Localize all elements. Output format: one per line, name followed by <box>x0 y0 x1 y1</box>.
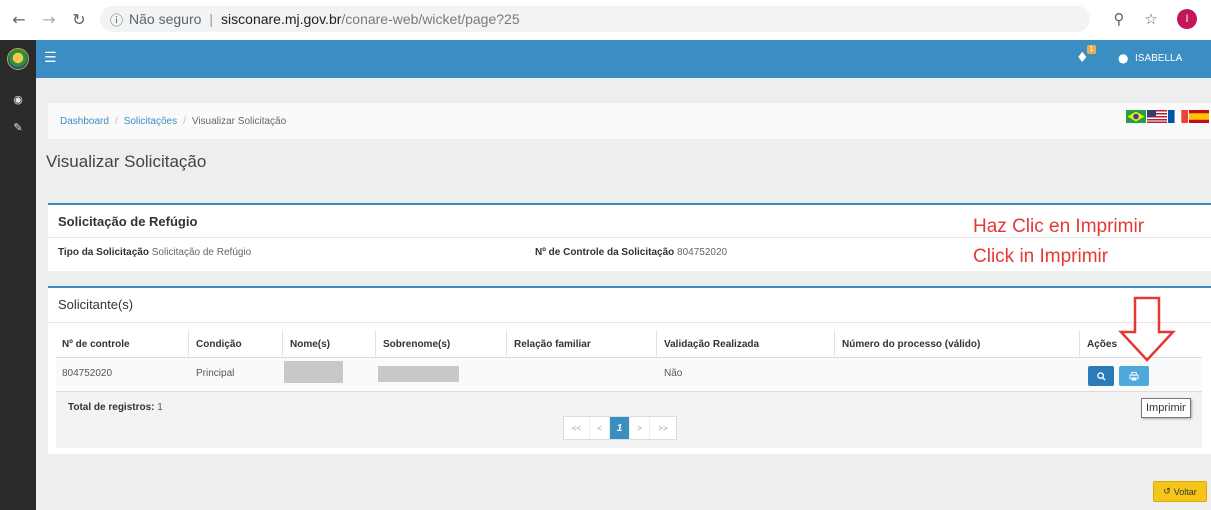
panel-divider <box>48 322 1211 323</box>
dashboard-gauge-icon[interactable]: ◉ <box>11 92 25 106</box>
request-type-value: Solicitação de Refúgio <box>151 247 252 258</box>
column-header-surnames: Sobrenome(s) <box>383 339 451 350</box>
column-header-names: Nome(s) <box>290 339 331 350</box>
column-header-control: Nº de controle <box>62 339 130 350</box>
annotation-line-1: Haz Clic en Imprimir <box>973 216 1145 237</box>
usa-flag-icon[interactable] <box>1147 110 1167 123</box>
security-label: Não seguro <box>129 11 202 27</box>
total-records-value: 1 <box>157 402 163 413</box>
breadcrumb-current: Visualizar Solicitação <box>191 115 287 127</box>
back-button[interactable]: ↺ Voltar <box>1153 481 1207 502</box>
pagination-last[interactable]: >> <box>650 417 676 439</box>
user-icon[interactable]: ● <box>1118 51 1128 65</box>
search-icon <box>1096 371 1106 381</box>
bookmark-star-icon[interactable]: ☆ <box>1140 8 1162 30</box>
print-tooltip: Imprimir <box>1141 398 1191 418</box>
table-header: Nº de controle Condição Nome(s) Sobrenom… <box>56 330 1202 358</box>
request-panel-title: Solicitação de Refúgio <box>58 214 198 229</box>
cell-validation: Não <box>664 368 683 379</box>
view-button[interactable] <box>1088 366 1114 386</box>
address-separator: | <box>209 11 214 27</box>
print-button[interactable] <box>1119 366 1149 386</box>
breadcrumb-separator: / <box>114 115 118 127</box>
info-icon[interactable]: ⓘ <box>110 10 123 29</box>
pagination-first[interactable]: << <box>564 417 590 439</box>
url-host: sisconare.mj.gov.br <box>221 11 342 27</box>
undo-icon: ↺ <box>1163 486 1171 496</box>
france-flag-icon[interactable] <box>1168 110 1188 123</box>
breadcrumb-separator: / <box>183 115 186 127</box>
column-header-validation: Validação Realizada <box>664 339 760 350</box>
pagination-page[interactable]: 1 <box>610 417 630 439</box>
cell-condition: Principal <box>196 368 235 379</box>
logo-container <box>0 40 36 78</box>
column-header-process: Número do processo (válido) <box>842 339 981 350</box>
reload-icon[interactable]: ↻ <box>68 8 90 30</box>
cell-control: 804752020 <box>62 368 113 379</box>
applicants-panel-title: Solicitante(s) <box>58 297 134 312</box>
page-title: Visualizar Solicitação <box>46 152 207 171</box>
column-header-actions: Ações <box>1087 339 1118 350</box>
request-type-label: Tipo da Solicitação <box>58 247 149 258</box>
url-path: /conare-web/wicket/page?25 <box>341 11 520 27</box>
pagination-next[interactable]: > <box>630 417 650 439</box>
pagination: << < 1 > >> <box>563 416 677 440</box>
breadcrumb-dashboard[interactable]: Dashboard <box>60 116 109 127</box>
address-bar[interactable]: ⓘ Não seguro | sisconare.mj.gov.br /cona… <box>100 6 1090 32</box>
control-number-value: 804752020 <box>677 247 728 258</box>
language-flags <box>1126 110 1209 123</box>
hamburger-menu-icon[interactable]: ☰ <box>44 50 57 66</box>
back-button-label: Voltar <box>1173 486 1197 497</box>
profile-avatar[interactable]: I <box>1177 9 1197 29</box>
spain-flag-icon[interactable] <box>1189 110 1209 123</box>
breadcrumb-solicitacoes[interactable]: Solicitações <box>124 116 177 127</box>
app-header <box>0 40 1211 78</box>
applicants-panel: Solicitante(s) Nº de controle Condição N… <box>48 286 1211 454</box>
user-name[interactable]: ISABELLA <box>1135 53 1182 64</box>
annotation-line-2: Click in Imprimir <box>973 246 1109 267</box>
notification-badge: 1 <box>1087 45 1096 54</box>
edit-icon[interactable]: ✎ <box>11 120 25 134</box>
sidebar: ◉ ✎ <box>0 78 36 510</box>
government-seal-logo <box>7 48 29 70</box>
column-header-condition: Condição <box>196 339 242 350</box>
control-number-label: Nº de Controle da Solicitação <box>535 247 675 258</box>
printer-icon <box>1129 371 1139 381</box>
screen: ← → ↻ ⓘ Não seguro | sisconare.mj.gov.br… <box>0 0 1211 510</box>
table-row: 804752020 Principal Não <box>56 358 1202 392</box>
redacted-name <box>284 361 343 383</box>
request-type-field: Tipo da Solicitação Solicitação de Refúg… <box>58 247 251 258</box>
pagination-prev[interactable]: < <box>590 417 610 439</box>
zoom-icon[interactable]: ⚲ <box>1108 8 1130 30</box>
total-records-label: Total de registros: <box>68 402 155 413</box>
redacted-surname <box>378 366 459 382</box>
breadcrumb: Dashboard / Solicitações / Visualizar So… <box>48 103 1211 139</box>
control-number-field: Nº de Controle da Solicitação 804752020 <box>535 247 727 258</box>
forward-arrow-icon[interactable]: → <box>38 8 60 30</box>
brazil-flag-icon[interactable] <box>1126 110 1146 123</box>
down-arrow-annotation-icon <box>1118 296 1176 362</box>
back-arrow-icon[interactable]: ← <box>8 8 30 30</box>
column-header-relation: Relação familiar <box>514 339 591 350</box>
total-records: Total de registros: 1 <box>68 402 163 413</box>
